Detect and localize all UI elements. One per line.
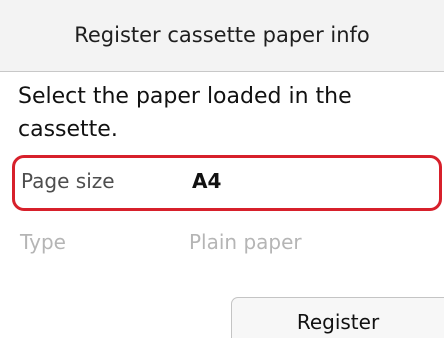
register-button[interactable]: Register (231, 297, 444, 338)
page-size-label: Page size (21, 169, 115, 193)
instruction-text: Select the paper loaded in the cassette. (18, 84, 352, 142)
type-value: Plain paper (189, 230, 302, 254)
type-label: Type (20, 230, 66, 254)
printer-screen: Register cassette paper info Select the … (0, 0, 444, 338)
page-size-value: A4 (192, 169, 222, 193)
page-size-setting[interactable]: Page size A4 (12, 155, 442, 211)
type-setting[interactable]: Type Plain paper (12, 217, 442, 273)
screen-title: Register cassette paper info (74, 23, 370, 47)
title-bar: Register cassette paper info (0, 0, 444, 72)
register-button-label: Register (296, 310, 380, 334)
